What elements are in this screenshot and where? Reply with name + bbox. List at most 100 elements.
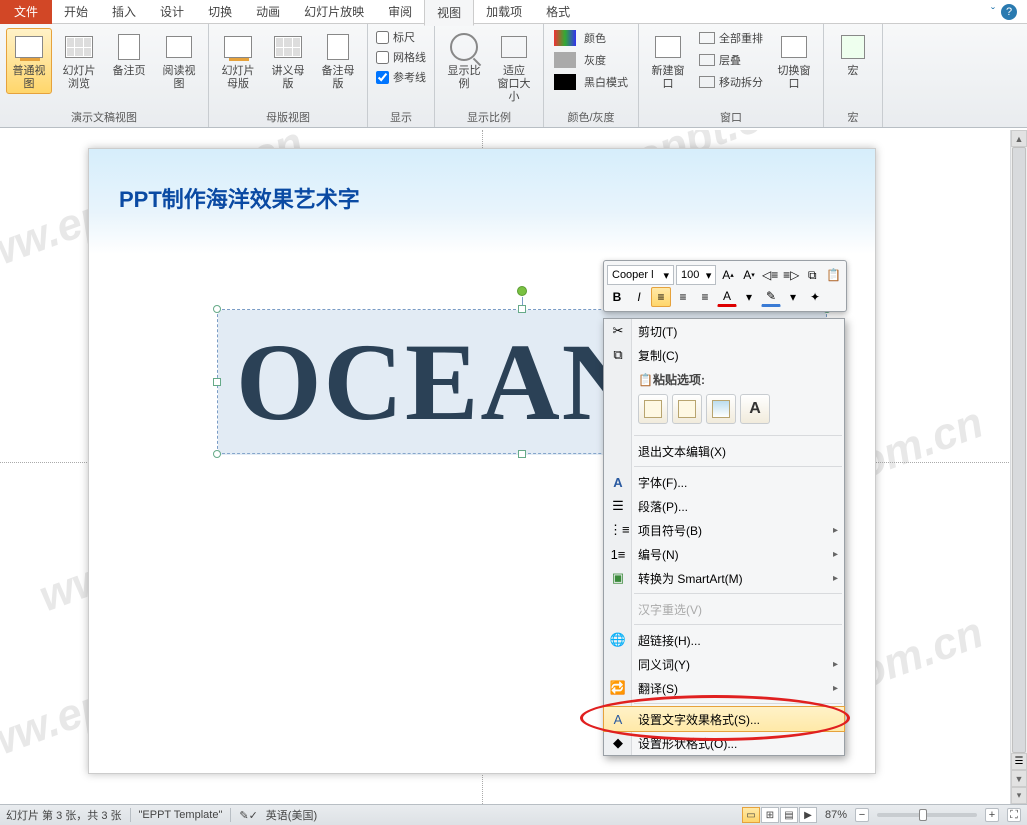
group-label: 显示 <box>374 107 428 127</box>
ctx-paragraph[interactable]: ☰段落(P)... <box>604 494 844 518</box>
slide-counter: 幻灯片 第 3 张，共 3 张 <box>6 807 122 823</box>
normal-view-icon[interactable]: ▭ <box>742 807 760 823</box>
handout-master-button[interactable]: 讲义母版 <box>265 28 311 94</box>
font-icon: A <box>609 475 627 490</box>
resize-handle[interactable] <box>213 305 221 313</box>
italic-button[interactable]: I <box>629 287 649 307</box>
tab-animations[interactable]: 动画 <box>244 0 292 24</box>
align-right-button[interactable]: ≡ <box>695 287 715 307</box>
font-combo[interactable]: Cooper l▾ <box>607 265 674 285</box>
shrink-font-button[interactable]: A▾ <box>740 265 759 285</box>
tab-design[interactable]: 设计 <box>148 0 196 24</box>
zoom-button[interactable]: 显示比例 <box>441 28 487 94</box>
zoom-percent[interactable]: 87% <box>825 809 847 821</box>
zoom-thumb[interactable] <box>919 809 927 821</box>
tab-file[interactable]: 文件 <box>0 0 52 24</box>
decrease-indent-button[interactable]: ◁≡ <box>761 265 780 285</box>
group-label: 窗口 <box>645 107 817 127</box>
ctx-cut[interactable]: ✂剪切(T) <box>604 319 844 343</box>
scroll-down-icon[interactable]: ▼ <box>1011 770 1027 787</box>
color-button[interactable]: 颜色 <box>550 28 632 48</box>
resize-handle[interactable] <box>518 450 526 458</box>
macros-button[interactable]: 宏 <box>830 28 876 81</box>
slide-sorter-button[interactable]: 幻灯片浏览 <box>56 28 102 94</box>
resize-handle[interactable] <box>213 378 221 386</box>
fontsize-combo[interactable]: 100▾ <box>676 265 716 285</box>
switch-windows-button[interactable]: 切换窗口 <box>771 28 817 94</box>
ctx-synonym[interactable]: 同义词(Y)▸ <box>604 652 844 676</box>
highlight-dropdown[interactable]: ▾ <box>783 287 803 307</box>
arrange-all-button[interactable]: 全部重排 <box>695 28 767 48</box>
tab-addins[interactable]: 加载项 <box>474 0 534 24</box>
align-center-button[interactable]: ≡ <box>673 287 693 307</box>
increase-indent-button[interactable]: ≡▷ <box>782 265 801 285</box>
scroll-thumb[interactable] <box>1012 147 1026 753</box>
paste-opt-dest-theme[interactable] <box>638 394 668 424</box>
zoom-slider[interactable] <box>877 813 977 817</box>
notes-page-button[interactable]: 备注页 <box>106 28 152 81</box>
group-window: 新建窗口 全部重排 层叠 移动拆分 切换窗口 窗口 <box>639 24 824 127</box>
align-left-button[interactable]: ≡ <box>651 287 671 307</box>
reading-view-button[interactable]: 阅读视图 <box>156 28 202 94</box>
slide-master-button[interactable]: 幻灯片母版 <box>215 28 261 94</box>
spellcheck-icon[interactable]: ✎✓ <box>239 809 257 822</box>
tab-home[interactable]: 开始 <box>52 0 100 24</box>
ruler-checkbox[interactable]: 标尺 <box>374 28 428 46</box>
font-color-button[interactable]: A <box>717 287 737 307</box>
move-split-button[interactable]: 移动拆分 <box>695 72 767 92</box>
zoom-in-button[interactable]: + <box>985 808 999 822</box>
tab-slideshow[interactable]: 幻灯片放映 <box>292 0 376 24</box>
highlight-button[interactable]: ✎ <box>761 287 781 307</box>
notes-master-button[interactable]: 备注母版 <box>315 28 361 94</box>
sorter-view-icon[interactable]: ⊞ <box>761 807 779 823</box>
rotation-handle[interactable] <box>517 286 527 296</box>
tab-review[interactable]: 审阅 <box>376 0 424 24</box>
scroll-up-icon[interactable]: ▲ <box>1011 130 1027 147</box>
prev-slide-icon[interactable]: ☰ <box>1011 753 1027 770</box>
ctx-font[interactable]: A字体(F)... <box>604 470 844 494</box>
copy-icon: ⧉ <box>609 347 627 363</box>
ctx-shape-format[interactable]: ◆设置形状格式(O)... <box>604 731 844 755</box>
gridlines-checkbox[interactable]: 网格线 <box>374 48 428 66</box>
cascade-button[interactable]: 层叠 <box>695 50 767 70</box>
bold-button[interactable]: B <box>607 287 627 307</box>
language-indicator[interactable]: 英语(美国) <box>266 807 317 823</box>
chevron-right-icon: ▸ <box>833 525 838 536</box>
fit-slide-button[interactable]: ⛶ <box>1007 808 1021 822</box>
vertical-scrollbar[interactable]: ▲ ☰ ▼ ▾ <box>1010 130 1027 804</box>
ctx-numbering[interactable]: 1≡编号(N)▸ <box>604 542 844 566</box>
next-slide-icon[interactable]: ▾ <box>1011 787 1027 804</box>
ctx-smartart[interactable]: ▣转换为 SmartArt(M)▸ <box>604 566 844 590</box>
font-color-dropdown[interactable]: ▾ <box>739 287 759 307</box>
paste-opt-text-only[interactable]: A <box>740 394 770 424</box>
fit-window-button[interactable]: 适应 窗口大小 <box>491 28 537 107</box>
reading-view-icon[interactable]: ▤ <box>780 807 798 823</box>
guides-checkbox[interactable]: 参考线 <box>374 68 428 86</box>
copy-button[interactable]: ⧉ <box>803 265 822 285</box>
help-icon[interactable]: ? <box>1001 4 1017 20</box>
tab-view[interactable]: 视图 <box>424 0 474 26</box>
slideshow-view-icon[interactable]: ▶ <box>799 807 817 823</box>
paste-opt-keep-source[interactable] <box>672 394 702 424</box>
ctx-bullets[interactable]: ⋮≡项目符号(B)▸ <box>604 518 844 542</box>
resize-handle[interactable] <box>213 450 221 458</box>
grayscale-button[interactable]: 灰度 <box>550 50 632 70</box>
tab-format[interactable]: 格式 <box>534 0 582 24</box>
ctx-hyperlink[interactable]: 🌐超链接(H)... <box>604 628 844 652</box>
blackwhite-button[interactable]: 黑白模式 <box>550 72 632 92</box>
tab-insert[interactable]: 插入 <box>100 0 148 24</box>
tab-transitions[interactable]: 切换 <box>196 0 244 24</box>
ctx-copy[interactable]: ⧉复制(C) <box>604 343 844 367</box>
paste-opt-picture[interactable] <box>706 394 736 424</box>
ctx-exit-text-edit[interactable]: 退出文本编辑(X) <box>604 439 844 463</box>
minimize-ribbon-icon[interactable]: ˇ <box>991 5 995 19</box>
normal-view-button[interactable]: 普通视图 <box>6 28 52 94</box>
new-window-button[interactable]: 新建窗口 <box>645 28 691 94</box>
paste-button[interactable]: 📋 <box>824 265 843 285</box>
grow-font-button[interactable]: A▴ <box>718 265 737 285</box>
ctx-text-effects-format[interactable]: A设置文字效果格式(S)... <box>604 707 844 731</box>
zoom-out-button[interactable]: − <box>855 808 869 822</box>
resize-handle[interactable] <box>518 305 526 313</box>
ctx-translate[interactable]: 🔁翻译(S)▸ <box>604 676 844 700</box>
format-painter-button[interactable]: ✦ <box>805 287 825 307</box>
